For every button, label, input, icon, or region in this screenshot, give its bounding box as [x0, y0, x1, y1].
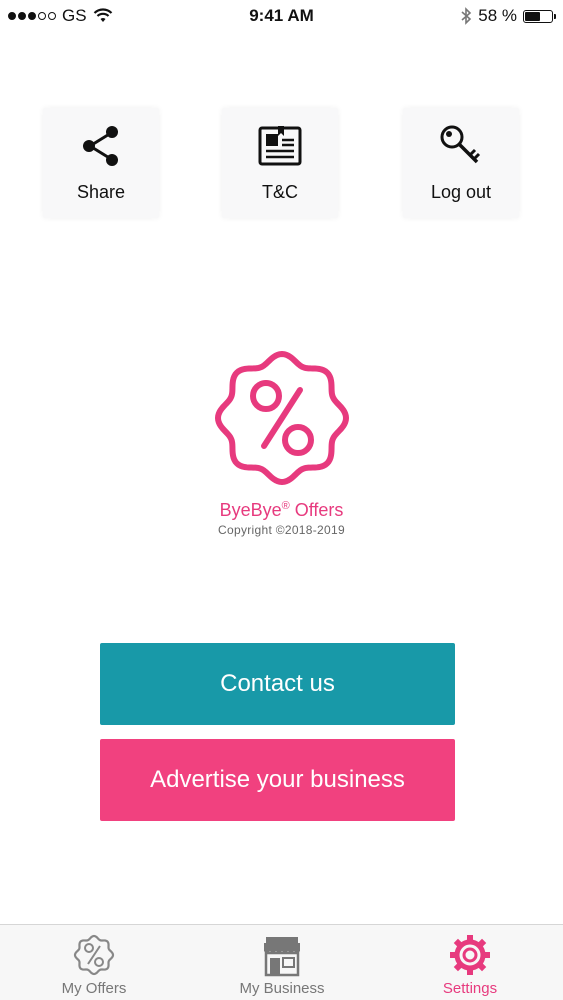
- tab-settings[interactable]: Settings: [376, 925, 563, 1000]
- brand-name-suffix: Offers: [289, 500, 344, 520]
- advertise-business-button[interactable]: Advertise your business: [100, 739, 455, 821]
- tab-my-business[interactable]: My Business: [188, 925, 376, 1000]
- share-label: Share: [76, 182, 126, 202]
- logout-label: Log out: [430, 182, 492, 202]
- terms-label: T&C: [262, 182, 298, 202]
- copyright-text: Copyright ©2018-2019: [218, 523, 345, 537]
- battery-icon: [523, 9, 556, 23]
- contact-us-button[interactable]: Contact us: [100, 643, 455, 725]
- tab-my-offers[interactable]: My Offers: [0, 925, 188, 1000]
- registered-mark: ®: [281, 500, 290, 512]
- brand-name-text: ByeBye: [219, 500, 282, 520]
- tab-my-business-label: My Business: [239, 980, 325, 997]
- tab-bar: My Offers My Business Settings: [0, 924, 563, 1000]
- terms-button[interactable]: T&C: [222, 108, 338, 218]
- battery-fill: [525, 11, 540, 21]
- store-icon: [264, 937, 300, 977]
- tab-settings-label: Settings: [442, 980, 498, 997]
- settings-gear-icon: [450, 935, 490, 975]
- percent-badge-logo-icon: [214, 351, 349, 485]
- brand-name: ByeBye® Offers: [0, 500, 563, 521]
- share-button[interactable]: Share: [43, 108, 159, 218]
- tab-my-offers-label: My Offers: [61, 980, 127, 997]
- logout-button[interactable]: Log out: [403, 108, 519, 218]
- status-right: 58 %: [460, 6, 556, 26]
- app-logo: [0, 348, 563, 488]
- action-cards: Share T&C Log out: [0, 108, 563, 220]
- key-icon: [440, 125, 481, 164]
- share-icon: [83, 126, 118, 166]
- bluetooth-icon: [461, 7, 472, 25]
- document-icon: [258, 126, 302, 166]
- battery-percent: 58 %: [478, 6, 517, 25]
- percent-badge-icon: [73, 934, 115, 976]
- status-bar: GS 9:41 AM 58 %: [0, 0, 563, 34]
